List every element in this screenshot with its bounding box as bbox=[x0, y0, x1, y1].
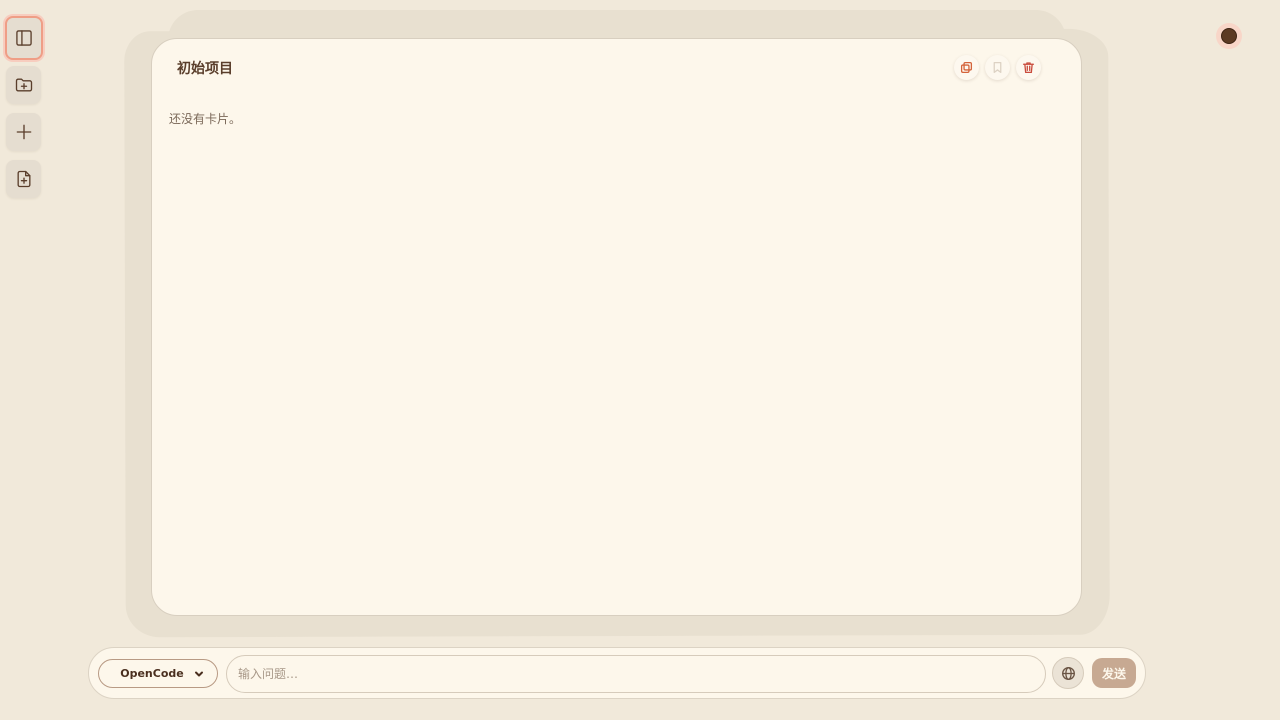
board-title: 初始项目 bbox=[177, 61, 233, 77]
status-indicator[interactable] bbox=[1216, 23, 1242, 49]
chevron-down-icon bbox=[194, 671, 203, 676]
board-actions bbox=[954, 55, 1041, 80]
empty-state-message: 还没有卡片。 bbox=[169, 112, 242, 126]
new-file-button[interactable] bbox=[6, 160, 41, 198]
sidebar-toggle-button[interactable] bbox=[5, 16, 43, 60]
composer-bar: OpenCode 发送 bbox=[88, 647, 1146, 699]
plus-icon bbox=[16, 124, 31, 140]
bookmark-icon bbox=[993, 61, 1002, 74]
question-input[interactable] bbox=[226, 655, 1046, 693]
copy-icon bbox=[960, 61, 973, 74]
model-select[interactable]: OpenCode bbox=[98, 659, 218, 688]
copy-button[interactable] bbox=[954, 55, 979, 80]
bookmark-button[interactable] bbox=[985, 55, 1010, 80]
web-search-toggle[interactable] bbox=[1052, 657, 1084, 689]
sidebar-icon bbox=[16, 30, 32, 46]
app-root: 初始项目 还没有卡片。 OpenCode 输入问题… 发送 bbox=[0, 0, 1280, 720]
send-button[interactable]: 发送 bbox=[1092, 658, 1136, 688]
status-dot-icon bbox=[1221, 28, 1237, 44]
add-button[interactable] bbox=[6, 113, 41, 151]
file-plus-icon bbox=[17, 170, 31, 188]
left-rail bbox=[5, 16, 43, 207]
new-folder-button[interactable] bbox=[6, 66, 41, 104]
project-board: 初始项目 还没有卡片。 bbox=[151, 38, 1082, 616]
globe-icon bbox=[1061, 666, 1075, 680]
folder-plus-icon bbox=[15, 78, 32, 92]
trash-icon bbox=[1022, 62, 1035, 74]
delete-button[interactable] bbox=[1016, 55, 1041, 80]
model-select-label: OpenCode bbox=[120, 667, 184, 680]
